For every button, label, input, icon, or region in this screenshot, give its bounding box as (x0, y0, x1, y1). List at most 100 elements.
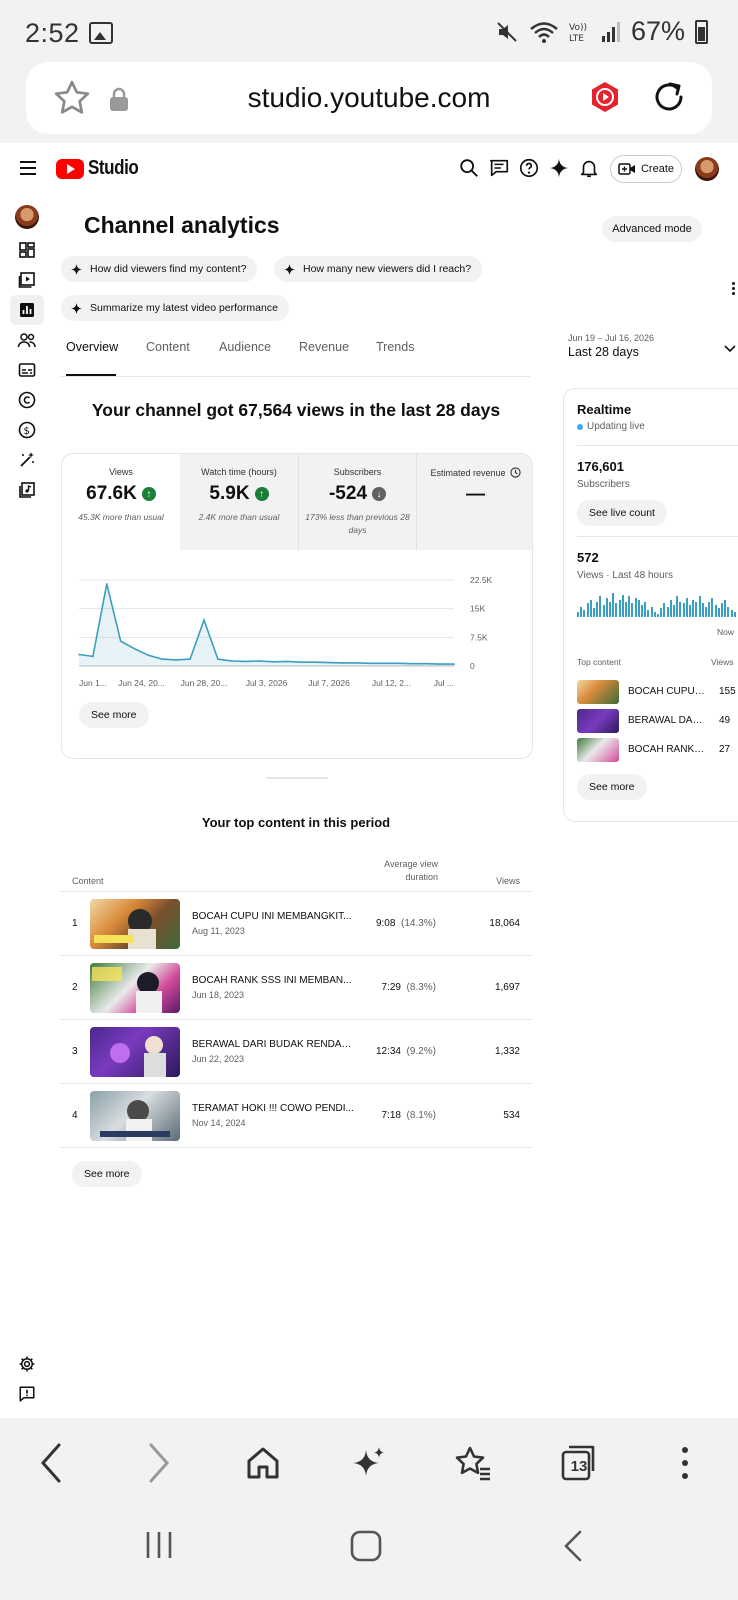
help-icon[interactable] (518, 157, 540, 179)
realtime-bar (657, 613, 659, 617)
video-title[interactable]: BOCAH RANK SSS INI MEMBAN... (192, 975, 357, 986)
realtime-bar (708, 601, 711, 617)
address-bar[interactable]: studio.youtube.com (26, 62, 712, 134)
create-button[interactable]: Create (610, 155, 682, 183)
settings-gear-icon[interactable] (18, 1355, 36, 1373)
realtime-content-item[interactable]: BERAWAL DARI BUDAK RENDAH 49 (577, 709, 738, 733)
svg-text:Vo)): Vo)) (569, 23, 587, 33)
see-live-count-button[interactable]: See live count (577, 500, 667, 526)
video-title[interactable]: BERAWAL DARI BUDAK RENDAH... (192, 1039, 357, 1050)
more-vertical-icon (682, 1447, 688, 1479)
nav-community[interactable] (10, 325, 44, 355)
sparkle-icon[interactable] (548, 157, 570, 179)
advanced-mode-button[interactable]: Advanced mode (602, 216, 702, 242)
nav-analytics[interactable] (10, 295, 44, 325)
realtime-see-more-button[interactable]: See more (577, 774, 647, 800)
date-range-selector[interactable]: Jun 19 – Jul 16, 2026 Last 28 days (568, 333, 654, 359)
video-thumbnail[interactable] (90, 1027, 180, 1077)
realtime-bar (676, 596, 679, 617)
metric-revenue[interactable]: Estimated revenue — (416, 454, 532, 550)
realtime-top-content-label: Top content (577, 657, 621, 667)
browser-toolbar: studio.youtube.com (0, 62, 738, 143)
reload-icon[interactable] (648, 76, 690, 118)
realtime-bar (727, 606, 730, 617)
live-dot-icon (577, 423, 583, 430)
chart-see-more-button[interactable]: See more (79, 702, 149, 728)
realtime-bar (628, 596, 631, 617)
nav-copyright[interactable] (10, 385, 44, 415)
youtube-extension-icon[interactable] (588, 80, 622, 114)
nav-earn[interactable]: $ (10, 415, 44, 445)
realtime-content-item[interactable]: BOCAH CUPU INI MEMBANGKIT 155 (577, 680, 738, 704)
menu-icon[interactable] (20, 161, 36, 175)
x-tick-label: Jul ... (434, 678, 454, 688)
table-row[interactable]: 2 BOCAH RANK SSS INI MEMBAN... Jun 18, 2… (60, 956, 532, 1020)
realtime-content-item[interactable]: BOCAH RANK SSS INI MEMBAN 27 (577, 738, 738, 762)
x-tick-label: Jun 24, 20... (118, 678, 165, 688)
tab-content[interactable]: Content (146, 340, 190, 354)
youtube-studio-logo[interactable]: Studio (56, 157, 147, 180)
browser-menu-button[interactable] (660, 1440, 710, 1486)
forward-button[interactable] (134, 1440, 184, 1486)
video-views: 1,697 (494, 982, 520, 993)
ai-chip-summarize[interactable]: Summarize my latest video performance (61, 295, 289, 321)
more-options-icon[interactable] (732, 282, 736, 297)
chart-point (397, 662, 400, 665)
tab-overview[interactable]: Overview (66, 340, 118, 354)
tabs-button[interactable]: 13 (554, 1440, 604, 1486)
column-content: Content (72, 876, 104, 886)
account-avatar[interactable] (695, 157, 719, 181)
table-row[interactable]: 3 BERAWAL DARI BUDAK RENDAH... Jun 22, 2… (60, 1020, 532, 1084)
metric-views[interactable]: Views 67.6K ↑ 45.3K more than usual (62, 454, 180, 550)
metric-subscribers[interactable]: Subscribers -524 ↓ 173% less than previou… (298, 454, 416, 550)
views-headline: Your channel got 67,564 views in the las… (91, 400, 501, 420)
home-nav-icon[interactable] (350, 1530, 382, 1562)
back-button[interactable] (26, 1440, 76, 1486)
table-row[interactable]: 4 TERAMAT HOKI !!! COWO PENDI... Nov 14,… (60, 1084, 532, 1148)
chevron-down-icon[interactable] (724, 344, 736, 354)
video-date: Jun 22, 2023 (192, 1054, 245, 1064)
chart-point (314, 661, 316, 663)
home-button[interactable] (238, 1440, 288, 1486)
tab-revenue[interactable]: Revenue (299, 340, 349, 354)
realtime-item-views: 155 (719, 686, 736, 697)
bookmarks-button[interactable] (448, 1440, 498, 1486)
comments-icon[interactable] (488, 157, 510, 179)
search-icon[interactable] (458, 157, 480, 179)
nav-subtitles[interactable] (10, 355, 44, 385)
nav-dashboard[interactable] (10, 235, 44, 265)
channel-avatar[interactable] (15, 205, 39, 229)
realtime-bar (641, 605, 643, 617)
recent-apps-icon[interactable] (144, 1530, 174, 1560)
svg-text:LTE: LTE (569, 34, 584, 44)
ai-chip-new-viewers[interactable]: How many new viewers did I reach? (274, 256, 483, 282)
back-nav-icon[interactable] (562, 1530, 584, 1562)
video-thumbnail[interactable] (90, 899, 180, 949)
top-content-see-more-button[interactable]: See more (72, 1161, 142, 1187)
tab-trends[interactable]: Trends (376, 340, 414, 354)
ai-assist-button[interactable] (344, 1440, 394, 1486)
mute-icon (497, 21, 517, 42)
back-arrow-icon (40, 1443, 61, 1483)
metric-value: 67.6K (86, 483, 137, 504)
nav-audio-library[interactable] (10, 475, 44, 505)
chart-point (133, 648, 136, 650)
realtime-bar (705, 606, 707, 617)
video-thumbnail[interactable] (90, 1091, 180, 1141)
chip-label: Summarize my latest video performance (90, 302, 278, 314)
metric-watch-time[interactable]: Watch time (hours) 5.9K ↑ 2.4K more than … (180, 454, 298, 550)
table-row[interactable]: 1 BOCAH CUPU INI MEMBANGKIT... Aug 11, 2… (60, 892, 532, 956)
metric-label: Views (109, 467, 133, 477)
video-thumbnail[interactable] (90, 963, 180, 1013)
tab-audience[interactable]: Audience (219, 340, 271, 354)
send-feedback-icon[interactable] (18, 1385, 36, 1403)
nav-content[interactable] (10, 265, 44, 295)
video-title[interactable]: BOCAH CUPU INI MEMBANGKIT... (192, 911, 357, 922)
notifications-bell-icon[interactable] (578, 157, 600, 179)
video-title[interactable]: TERAMAT HOKI !!! COWO PENDI... (192, 1103, 357, 1114)
video-views: 18,064 (489, 918, 520, 929)
x-tick-label: Jul 3, 2026 (246, 678, 288, 688)
nav-customization[interactable] (10, 445, 44, 475)
status-indicators: Vo)) LTE 67% (495, 16, 708, 47)
ai-chip-find-content[interactable]: How did viewers find my content? (61, 256, 258, 282)
